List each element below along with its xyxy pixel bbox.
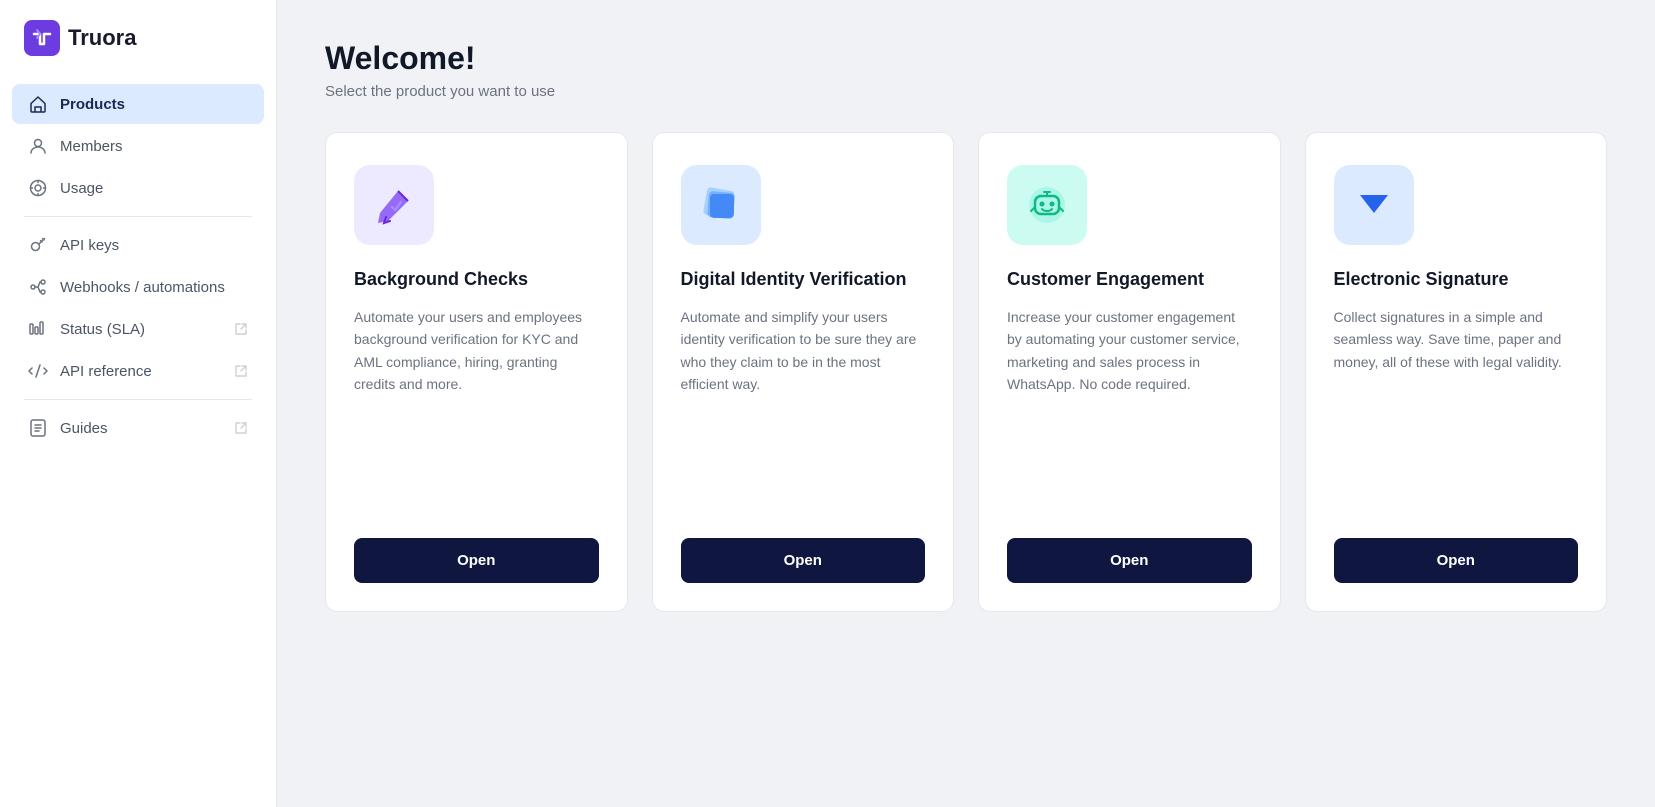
background-checks-icon-wrap — [354, 165, 434, 245]
webhooks-icon — [28, 277, 48, 297]
sidebar-item-members[interactable]: Members — [12, 126, 264, 166]
status-icon — [28, 319, 48, 339]
sidebar-item-webhooks-label: Webhooks / automations — [60, 279, 225, 296]
external-link-icon-status — [234, 322, 248, 336]
digital-identity-icon — [697, 181, 745, 229]
api-reference-icon — [28, 361, 48, 381]
sidebar-item-status-label: Status (SLA) — [60, 321, 145, 338]
sidebar-item-products[interactable]: Products — [12, 84, 264, 124]
members-icon — [28, 136, 48, 156]
product-card-customer-engagement: Customer Engagement Increase your custom… — [978, 132, 1281, 612]
digital-identity-desc: Automate and simplify your users identit… — [681, 306, 926, 506]
sidebar-item-products-label: Products — [60, 96, 125, 113]
sidebar-item-guides-label: Guides — [60, 420, 108, 437]
electronic-signature-desc: Collect signatures in a simple and seaml… — [1334, 306, 1579, 506]
product-card-digital-identity: Digital Identity Verification Automate a… — [652, 132, 955, 612]
sidebar-item-usage[interactable]: Usage — [12, 168, 264, 208]
customer-engagement-open-button[interactable]: Open — [1007, 538, 1252, 583]
guides-icon — [28, 418, 48, 438]
usage-icon — [28, 178, 48, 198]
sidebar-item-api-keys-label: API keys — [60, 237, 119, 254]
background-checks-open-button[interactable]: Open — [354, 538, 599, 583]
digital-identity-title: Digital Identity Verification — [681, 269, 926, 290]
product-card-background-checks: Background Checks Automate your users an… — [325, 132, 628, 612]
external-link-icon-guides — [234, 421, 248, 435]
customer-engagement-icon — [1023, 181, 1071, 229]
background-checks-icon — [370, 181, 418, 229]
customer-engagement-desc: Increase your customer engagement by aut… — [1007, 306, 1252, 506]
customer-engagement-icon-wrap — [1007, 165, 1087, 245]
sidebar-item-guides[interactable]: Guides — [12, 408, 264, 448]
digital-identity-open-button[interactable]: Open — [681, 538, 926, 583]
electronic-signature-open-button[interactable]: Open — [1334, 538, 1579, 583]
background-checks-desc: Automate your users and employees backgr… — [354, 306, 599, 506]
sidebar-item-webhooks[interactable]: Webhooks / automations — [12, 267, 264, 307]
sidebar-item-api-keys[interactable]: API keys — [12, 225, 264, 265]
electronic-signature-icon-wrap — [1334, 165, 1414, 245]
digital-identity-icon-wrap — [681, 165, 761, 245]
products-grid: Background Checks Automate your users an… — [325, 132, 1607, 612]
nav-section: Products Members Usage — [0, 84, 276, 807]
nav-divider-1 — [24, 216, 252, 217]
electronic-signature-title: Electronic Signature — [1334, 269, 1579, 290]
sidebar-item-usage-label: Usage — [60, 180, 103, 197]
page-subtitle: Select the product you want to use — [325, 83, 1607, 100]
background-checks-title: Background Checks — [354, 269, 599, 290]
external-link-icon-api-ref — [234, 364, 248, 378]
page-title: Welcome! — [325, 40, 1607, 77]
sidebar-item-api-reference[interactable]: API reference — [12, 351, 264, 391]
nav-divider-2 — [24, 399, 252, 400]
sidebar-item-status[interactable]: Status (SLA) — [12, 309, 264, 349]
api-keys-icon — [28, 235, 48, 255]
product-card-electronic-signature: Electronic Signature Collect signatures … — [1305, 132, 1608, 612]
logo-area: Truora — [0, 0, 276, 76]
main-content: Welcome! Select the product you want to … — [277, 0, 1655, 807]
sidebar: Truora Products Members — [0, 0, 277, 807]
home-icon — [28, 94, 48, 114]
truora-logo-icon — [24, 20, 60, 56]
logo-text: Truora — [68, 25, 136, 51]
electronic-signature-icon — [1350, 181, 1398, 229]
customer-engagement-title: Customer Engagement — [1007, 269, 1252, 290]
sidebar-item-members-label: Members — [60, 138, 123, 155]
sidebar-item-api-reference-label: API reference — [60, 363, 152, 380]
